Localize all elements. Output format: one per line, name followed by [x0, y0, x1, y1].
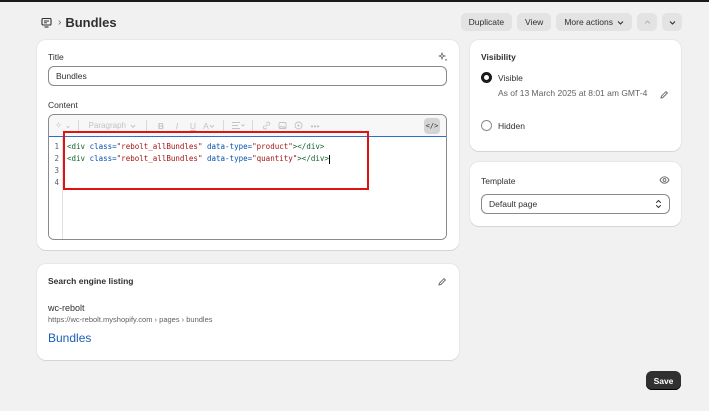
code-token: <div [67, 142, 90, 151]
eye-icon[interactable] [659, 175, 670, 185]
code-token: <div [67, 154, 90, 163]
seo-url: https://wc-rebolt.myshopify.com › pages … [48, 315, 213, 324]
template-heading: Template [481, 176, 516, 186]
code-token: class= [89, 154, 117, 163]
hidden-radio[interactable] [481, 120, 492, 131]
toolbar-divider [77, 119, 79, 132]
visibility-card: Visibility Visible As of 13 March 2025 a… [470, 40, 681, 151]
seo-page-title: Bundles [48, 331, 92, 345]
ai-sparkle-icon[interactable]: ✧ ⌄ [55, 119, 72, 133]
seo-store-name: wc-rebolt [48, 303, 85, 313]
underline-button[interactable]: U [185, 119, 201, 133]
code-lines: <div class="rebolt_allBundles" data-type… [67, 141, 330, 189]
line-numbers: 1 2 3 4 [49, 137, 63, 239]
breadcrumb-chevron-icon: › [58, 16, 62, 28]
code-line-2: <div class="rebolt_allBundles" data-type… [67, 153, 330, 165]
line-number: 4 [54, 178, 59, 187]
visibility-heading: Visibility [481, 52, 516, 62]
view-button[interactable]: View [517, 13, 552, 31]
save-button[interactable]: Save [646, 371, 681, 390]
next-page-button[interactable] [662, 13, 682, 31]
editor-toolbar: ✧ ⌄ Paragraph B I U A ••• </> [49, 115, 446, 137]
line-number: 3 [54, 166, 59, 175]
code-token: "product" [252, 142, 293, 151]
align-icon[interactable] [230, 119, 246, 133]
text-caret [328, 154, 330, 164]
more-options-icon[interactable]: ••• [307, 119, 323, 133]
title-label: Title [48, 52, 64, 62]
italic-button[interactable]: I [169, 119, 185, 133]
code-token: ></div> [292, 142, 325, 151]
show-html-button[interactable]: </> [424, 117, 440, 134]
image-icon[interactable] [275, 119, 291, 133]
chevron-down-icon [130, 124, 136, 128]
page-header: › Bundles Duplicate View More actions [40, 12, 682, 32]
page-icon [40, 16, 52, 28]
chevron-down-icon [669, 20, 675, 25]
page-content-card: Title Bundles Content ✧ ⌄ Paragraph B I … [37, 40, 459, 250]
toolbar-divider [251, 119, 253, 132]
text-color-button[interactable]: A [201, 119, 217, 133]
toolbar-divider [222, 119, 224, 132]
previous-page-button[interactable] [637, 13, 657, 31]
code-token: ></div> [297, 154, 329, 163]
seo-heading: Search engine listing [48, 276, 134, 286]
link-icon[interactable] [259, 119, 275, 133]
template-selected-value: Default page [489, 199, 538, 209]
hidden-label: Hidden [498, 120, 525, 131]
template-select[interactable]: Default page [481, 194, 670, 214]
paragraph-format-select[interactable]: Paragraph [89, 121, 136, 130]
hidden-option[interactable]: Hidden [481, 120, 525, 131]
code-token: data-type= [202, 142, 253, 151]
visible-date: As of 13 March 2025 at 8:01 am GMT-4 [498, 88, 648, 98]
chevron-up-icon [644, 19, 650, 24]
title-input[interactable]: Bundles [48, 66, 447, 86]
code-token: "rebolt_allBundles" [116, 154, 203, 163]
content-label: Content [48, 100, 78, 110]
line-number: 1 [54, 142, 59, 151]
template-card: Template Default page [470, 162, 681, 226]
select-arrows-icon [655, 199, 662, 209]
page-title: Bundles [65, 14, 117, 30]
edit-pencil-icon[interactable] [437, 277, 447, 287]
search-engine-listing-card: Search engine listing wc-rebolt https://… [37, 264, 459, 360]
visible-label: Visible [498, 72, 523, 83]
paragraph-format-label: Paragraph [88, 121, 126, 130]
line-number: 2 [54, 154, 59, 163]
header-actions: Duplicate View More actions [460, 13, 682, 31]
toolbar-divider [145, 119, 147, 132]
code-token: "rebolt_allBundles" [116, 142, 203, 151]
code-token: class= [89, 142, 117, 151]
video-icon[interactable] [291, 119, 307, 133]
code-line-1: <div class="rebolt_allBundles" data-type… [67, 141, 330, 153]
bold-button[interactable]: B [153, 119, 169, 133]
code-token: data-type= [202, 154, 253, 163]
chevron-down-icon [617, 20, 624, 25]
code-token: "quantity" [252, 154, 298, 163]
edit-pencil-icon[interactable] [659, 90, 669, 100]
more-actions-label: More actions [564, 17, 613, 27]
chevron-down-icon [209, 124, 215, 128]
rich-text-editor: ✧ ⌄ Paragraph B I U A ••• </> 1 2 3 4 <d… [48, 114, 447, 240]
more-actions-button[interactable]: More actions [556, 13, 632, 31]
top-bar [0, 0, 709, 2]
duplicate-button[interactable]: Duplicate [460, 13, 513, 31]
html-code-editor[interactable]: 1 2 3 4 <div class="rebolt_allBundles" d… [49, 137, 446, 239]
visible-radio[interactable] [481, 72, 492, 83]
sparkle-icon[interactable] [437, 51, 448, 62]
visible-option[interactable]: Visible [481, 72, 523, 83]
